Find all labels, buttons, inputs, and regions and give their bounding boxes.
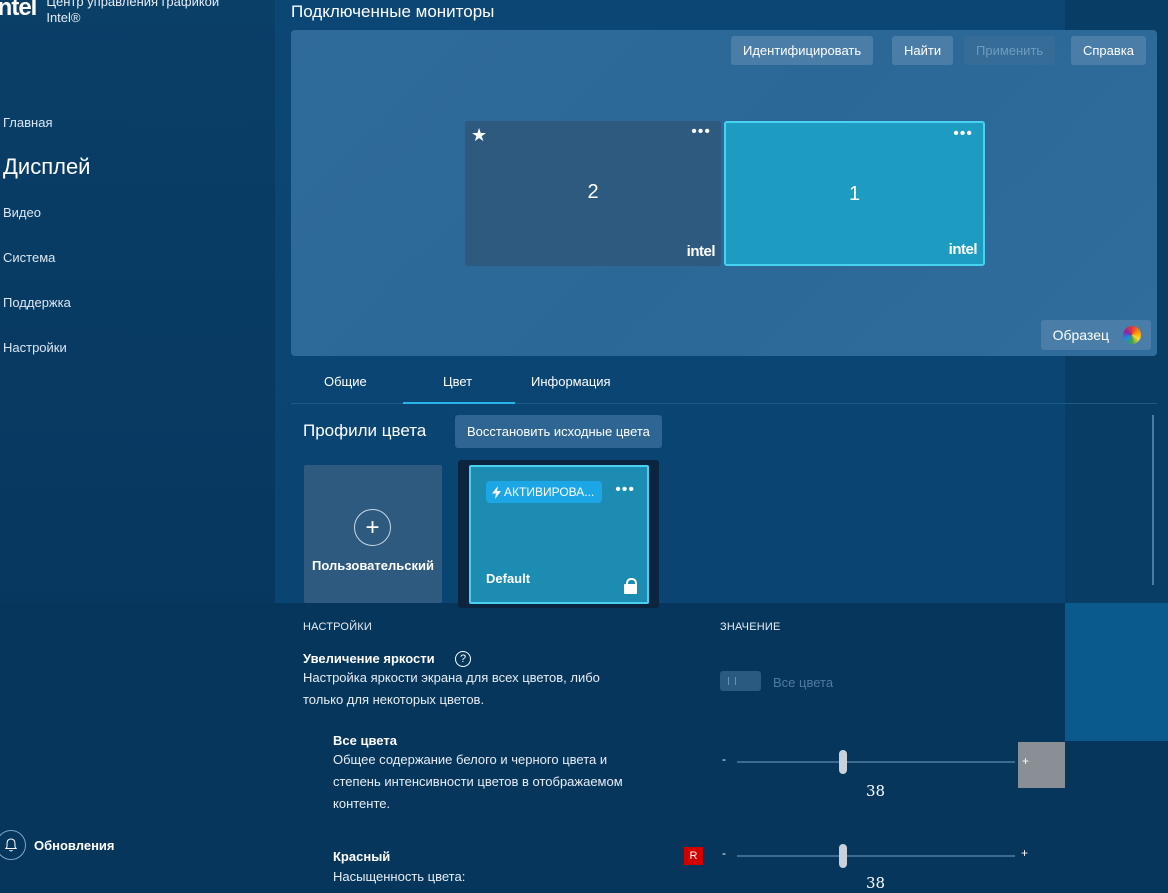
all-colors-description: Общее содержание белого и черного цвета …: [333, 752, 623, 811]
active-badge: АКТИВИРОВА...: [486, 481, 603, 503]
increase-button[interactable]: +: [1021, 846, 1028, 860]
monitor-2[interactable]: ★ ••• 2 intel: [465, 121, 721, 266]
value-column-header: ЗНАЧЕНИЕ: [720, 621, 781, 633]
profile-card-custom[interactable]: + Пользовательский: [304, 465, 442, 603]
toggle-label: Все цвета: [773, 675, 834, 690]
sidebar-item-video[interactable]: Видео: [3, 205, 41, 220]
sidebar-item-support[interactable]: Поддержка: [3, 295, 71, 310]
sidebar-item-display[interactable]: Дисплей: [3, 154, 90, 180]
monitor-1[interactable]: ••• 1 intel: [724, 121, 985, 266]
bell-icon: [0, 830, 26, 860]
identify-button[interactable]: Идентифицировать: [731, 36, 874, 65]
red-title: Красный: [333, 849, 391, 864]
slider-track[interactable]: [737, 855, 1015, 857]
increase-button[interactable]: +: [1018, 742, 1065, 788]
apply-button[interactable]: Применить: [964, 36, 1056, 65]
scrollbar[interactable]: [1152, 415, 1154, 585]
brightness-title: Увеличение яркости: [303, 651, 435, 666]
app-title: Центр управления графикой Intel®: [46, 0, 220, 25]
intel-logo: intel: [948, 241, 978, 258]
profile-card-default-frame: АКТИВИРОВА... ••• Default: [458, 460, 659, 608]
profiles-title: Профили цвета: [303, 421, 427, 440]
tab-bar: Общие Цвет Информация: [291, 360, 1157, 404]
brightness-toggle[interactable]: [720, 671, 761, 691]
active-tab-indicator: [403, 402, 515, 404]
monitor-arrangement-panel: Идентифицировать Найти Применить Справка…: [291, 30, 1157, 356]
red-description: Насыщенность цвета:: [333, 869, 466, 884]
red-badge: R: [684, 847, 703, 865]
slider-thumb[interactable]: [838, 750, 847, 774]
intel-logo: intel: [686, 243, 716, 260]
tab-color[interactable]: Цвет: [443, 374, 472, 389]
sidebar-item-system[interactable]: Система: [3, 250, 55, 265]
lightning-icon: [492, 485, 501, 499]
sidebar-item-home[interactable]: Главная: [3, 115, 52, 130]
profile-card-default[interactable]: АКТИВИРОВА... ••• Default: [469, 465, 649, 604]
monitor-number: 2: [587, 181, 599, 203]
tab-general[interactable]: Общие: [324, 374, 367, 389]
page-title: Подключенные мониторы: [291, 2, 495, 21]
plus-icon: +: [354, 509, 391, 546]
all-colors-value: 38: [866, 782, 886, 800]
brand: intel Центр управления графикой Intel®: [0, 0, 219, 26]
more-icon[interactable]: •••: [691, 123, 711, 141]
help-button[interactable]: Справка: [1071, 36, 1146, 65]
settings-column-header: НАСТРОЙКИ: [303, 621, 373, 633]
profile-label: Default: [486, 571, 531, 586]
help-icon[interactable]: ?: [455, 651, 471, 667]
restore-colors-button[interactable]: Восстановить исходные цвета: [455, 415, 662, 448]
intel-logo: intel: [0, 0, 37, 21]
sample-button[interactable]: Образец: [1040, 320, 1151, 350]
sidebar-item-settings[interactable]: Настройки: [3, 340, 67, 355]
brightness-description: Настройка яркости экрана для всех цветов…: [303, 670, 600, 707]
star-icon: ★: [471, 125, 488, 145]
decrease-button[interactable]: -: [722, 752, 726, 766]
decrease-button[interactable]: -: [722, 846, 726, 860]
slider-track[interactable]: [737, 761, 1015, 763]
sample-label: Образец: [1052, 327, 1109, 343]
slider-thumb[interactable]: [838, 844, 847, 868]
all-colors-title: Все цвета: [333, 733, 397, 748]
all-colors-slider[interactable]: -: [720, 750, 1035, 774]
red-value: 38: [866, 874, 886, 892]
more-icon[interactable]: •••: [615, 481, 635, 499]
updates-button[interactable]: Обновления: [0, 830, 115, 860]
find-button[interactable]: Найти: [892, 36, 954, 65]
updates-label: Обновления: [34, 837, 115, 853]
more-icon[interactable]: •••: [953, 125, 973, 143]
lock-icon: [624, 578, 637, 594]
right-block: [1065, 603, 1168, 741]
profile-label: Пользовательский: [312, 558, 434, 573]
color-wheel-icon: [1123, 326, 1141, 344]
red-slider[interactable]: - +: [720, 844, 1035, 868]
tab-info[interactable]: Информация: [531, 374, 611, 389]
monitor-number: 1: [848, 183, 861, 205]
